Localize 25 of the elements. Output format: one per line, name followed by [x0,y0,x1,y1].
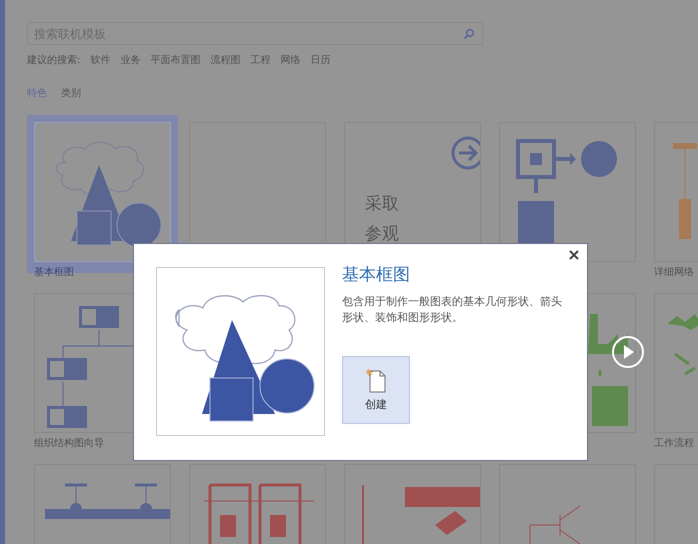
suggestion-link[interactable]: 业务 [120,53,140,67]
suggestion-link[interactable]: 工程 [250,53,270,67]
template-label: 组织结构图向导 [34,436,105,450]
suggested-label: 建议的搜索: [27,54,80,67]
category-tab[interactable]: 类别 [61,86,81,100]
tour-text: 参观 [365,223,400,246]
template-label: 工作流程 [654,436,695,450]
create-button[interactable]: 创建 [342,356,410,424]
template-card[interactable] [499,122,636,262]
new-document-icon [366,368,386,392]
play-icon[interactable] [611,335,645,369]
suggestion-link[interactable]: 流程图 [210,53,240,67]
template-drawing [667,314,698,376]
search-icon[interactable] [463,28,475,40]
tour-text: 采取 [365,193,400,216]
suggestion-link[interactable]: 平面布置图 [150,53,200,67]
dialog-title: 基本框图 [342,264,411,286]
suggestion-link[interactable]: 网络 [280,53,300,67]
suggestion-link[interactable]: 软件 [90,53,110,67]
suggestion-link[interactable]: 日历 [310,53,330,67]
dialog-description: 包含用于制作一般图表的基本几何形状、箭头形状、装饰和图形形状。 [342,294,563,326]
template-card[interactable] [34,122,171,262]
template-label: 详细网络 [654,266,695,279]
template-drawing [530,506,580,544]
template-label: 基本框图 [34,266,75,279]
